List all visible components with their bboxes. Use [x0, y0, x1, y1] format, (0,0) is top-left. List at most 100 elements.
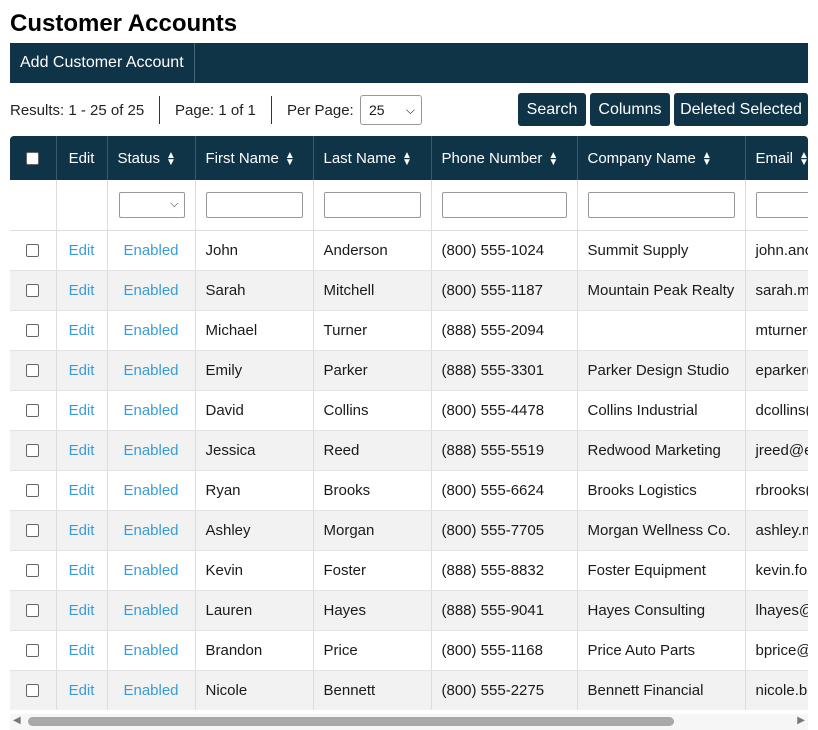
delete-selected-button[interactable]: Deleted Selected — [674, 93, 808, 126]
divider — [271, 96, 272, 124]
column-header-label: Company Name — [587, 149, 696, 167]
table-row: Edit Enabled Emily Parker (888) 555-3301 Park… — [10, 350, 808, 391]
sort-icon[interactable]: ▲ ▼ — [702, 150, 712, 167]
first-name-cell: Michael — [195, 310, 314, 351]
sort-icon[interactable]: ▲ ▼ — [402, 150, 412, 167]
filter-cell — [577, 180, 746, 231]
add-customer-account-button[interactable]: Add Customer Account — [10, 43, 195, 83]
per-page-select[interactable]: 25 ⌵ — [360, 95, 422, 125]
edit-cell: Edit — [56, 230, 108, 271]
edit-link[interactable]: Edit — [69, 522, 95, 539]
row-checkbox[interactable] — [26, 364, 40, 378]
sort-icon[interactable]: ▲ ▼ — [799, 150, 808, 167]
edit-link[interactable]: Edit — [69, 482, 95, 499]
last-name-cell: Morgan — [313, 510, 432, 551]
filter-cell — [10, 180, 57, 231]
scroll-left-icon[interactable]: ◀ — [13, 715, 21, 726]
table-toolbar: Results: 1 - 25 of 25 Page: 1 of 1 Per P… — [10, 93, 808, 127]
scrollbar-thumb[interactable] — [28, 717, 674, 726]
edit-link[interactable]: Edit — [69, 642, 95, 659]
status-link[interactable]: Enabled — [123, 322, 178, 339]
company-cell: Mountain Peak Realty — [577, 270, 746, 311]
first-name-cell: Jessica — [195, 430, 314, 471]
edit-link[interactable]: Edit — [69, 402, 95, 419]
edit-link[interactable]: Edit — [69, 242, 95, 259]
select-all-checkbox[interactable] — [26, 152, 40, 166]
search-button[interactable]: Search — [518, 93, 586, 126]
company-cell: Foster Equipment — [577, 550, 746, 591]
table-row: Edit Enabled Ryan Brooks (800) 555-6624 Brook… — [10, 470, 808, 511]
status-cell: Enabled — [107, 310, 196, 351]
edit-link[interactable]: Edit — [69, 682, 95, 699]
columns-button[interactable]: Columns — [590, 93, 670, 126]
first-name-cell: Ryan — [195, 470, 314, 511]
company-cell: Price Auto Parts — [577, 630, 746, 671]
scroll-right-icon[interactable]: ▶ — [797, 715, 805, 726]
column-header-phone[interactable]: Phone Number ▲ ▼ — [431, 136, 578, 180]
sort-icon[interactable]: ▲ ▼ — [166, 150, 176, 167]
status-cell: Enabled — [107, 550, 196, 591]
row-select-cell — [10, 390, 57, 431]
company-cell: Collins Industrial — [577, 390, 746, 431]
phone-filter-input[interactable] — [441, 191, 567, 218]
first-name-filter-input[interactable] — [205, 191, 303, 218]
email-filter-input[interactable] — [755, 191, 808, 218]
edit-link[interactable]: Edit — [69, 442, 95, 459]
row-checkbox[interactable] — [26, 404, 40, 418]
column-header-company[interactable]: Company Name ▲ ▼ — [577, 136, 746, 180]
table-row: Edit Enabled Jessica Reed (888) 555-5519 Redw… — [10, 430, 808, 471]
row-checkbox[interactable] — [26, 284, 40, 298]
row-checkbox[interactable] — [26, 564, 40, 578]
status-link[interactable]: Enabled — [123, 602, 178, 619]
status-filter-select[interactable]: ⌵ — [118, 191, 185, 218]
column-header-label: Edit — [68, 149, 95, 167]
row-checkbox[interactable] — [26, 484, 40, 498]
column-header-label: Email — [755, 149, 794, 167]
status-cell: Enabled — [107, 270, 196, 311]
status-cell: Enabled — [107, 230, 196, 271]
sort-icon[interactable]: ▲ ▼ — [285, 150, 295, 167]
status-link[interactable]: Enabled — [123, 522, 178, 539]
status-link[interactable]: Enabled — [123, 442, 178, 459]
company-cell: Summit Supply — [577, 230, 746, 271]
column-header-first-name[interactable]: First Name ▲ ▼ — [195, 136, 314, 180]
status-link[interactable]: Enabled — [123, 482, 178, 499]
status-link[interactable]: Enabled — [123, 562, 178, 579]
edit-link[interactable]: Edit — [69, 362, 95, 379]
status-link[interactable]: Enabled — [123, 282, 178, 299]
column-header-status[interactable]: Status ▲ ▼ — [107, 136, 196, 180]
company-cell — [577, 310, 746, 351]
filter-row: ⌵ — [10, 180, 808, 231]
edit-link[interactable]: Edit — [69, 282, 95, 299]
row-checkbox[interactable] — [26, 604, 40, 618]
row-checkbox[interactable] — [26, 324, 40, 338]
column-header-email[interactable]: Email ▲ ▼ — [745, 136, 808, 180]
horizontal-scrollbar[interactable]: ◀ ▶ — [10, 714, 808, 730]
email-cell: john.anc — [745, 230, 808, 271]
phone-cell: (800) 555-6624 — [431, 470, 578, 511]
sort-icon[interactable]: ▲ ▼ — [548, 150, 558, 167]
edit-link[interactable]: Edit — [69, 602, 95, 619]
column-header-last-name[interactable]: Last Name ▲ ▼ — [313, 136, 432, 180]
last-name-cell: Parker — [313, 350, 432, 391]
row-checkbox[interactable] — [26, 644, 40, 658]
status-link[interactable]: Enabled — [123, 402, 178, 419]
row-select-cell — [10, 670, 57, 710]
row-checkbox[interactable] — [26, 524, 40, 538]
email-cell: kevin.fos — [745, 550, 808, 591]
company-filter-input[interactable] — [587, 191, 735, 218]
status-link[interactable]: Enabled — [123, 362, 178, 379]
edit-link[interactable]: Edit — [69, 322, 95, 339]
status-link[interactable]: Enabled — [123, 682, 178, 699]
customer-table: Edit Status ▲ ▼ First Name ▲ ▼ Last Name ▲ ▼ P… — [10, 136, 808, 710]
table-row: Edit Enabled Lauren Hayes (888) 555-9041 Haye… — [10, 590, 808, 631]
status-link[interactable]: Enabled — [123, 642, 178, 659]
last-name-filter-input[interactable] — [323, 191, 421, 218]
edit-link[interactable]: Edit — [69, 562, 95, 579]
row-checkbox[interactable] — [26, 444, 40, 458]
row-checkbox[interactable] — [26, 684, 40, 698]
row-checkbox[interactable] — [26, 244, 40, 258]
edit-cell: Edit — [56, 350, 108, 391]
status-cell: Enabled — [107, 510, 196, 551]
status-link[interactable]: Enabled — [123, 242, 178, 259]
